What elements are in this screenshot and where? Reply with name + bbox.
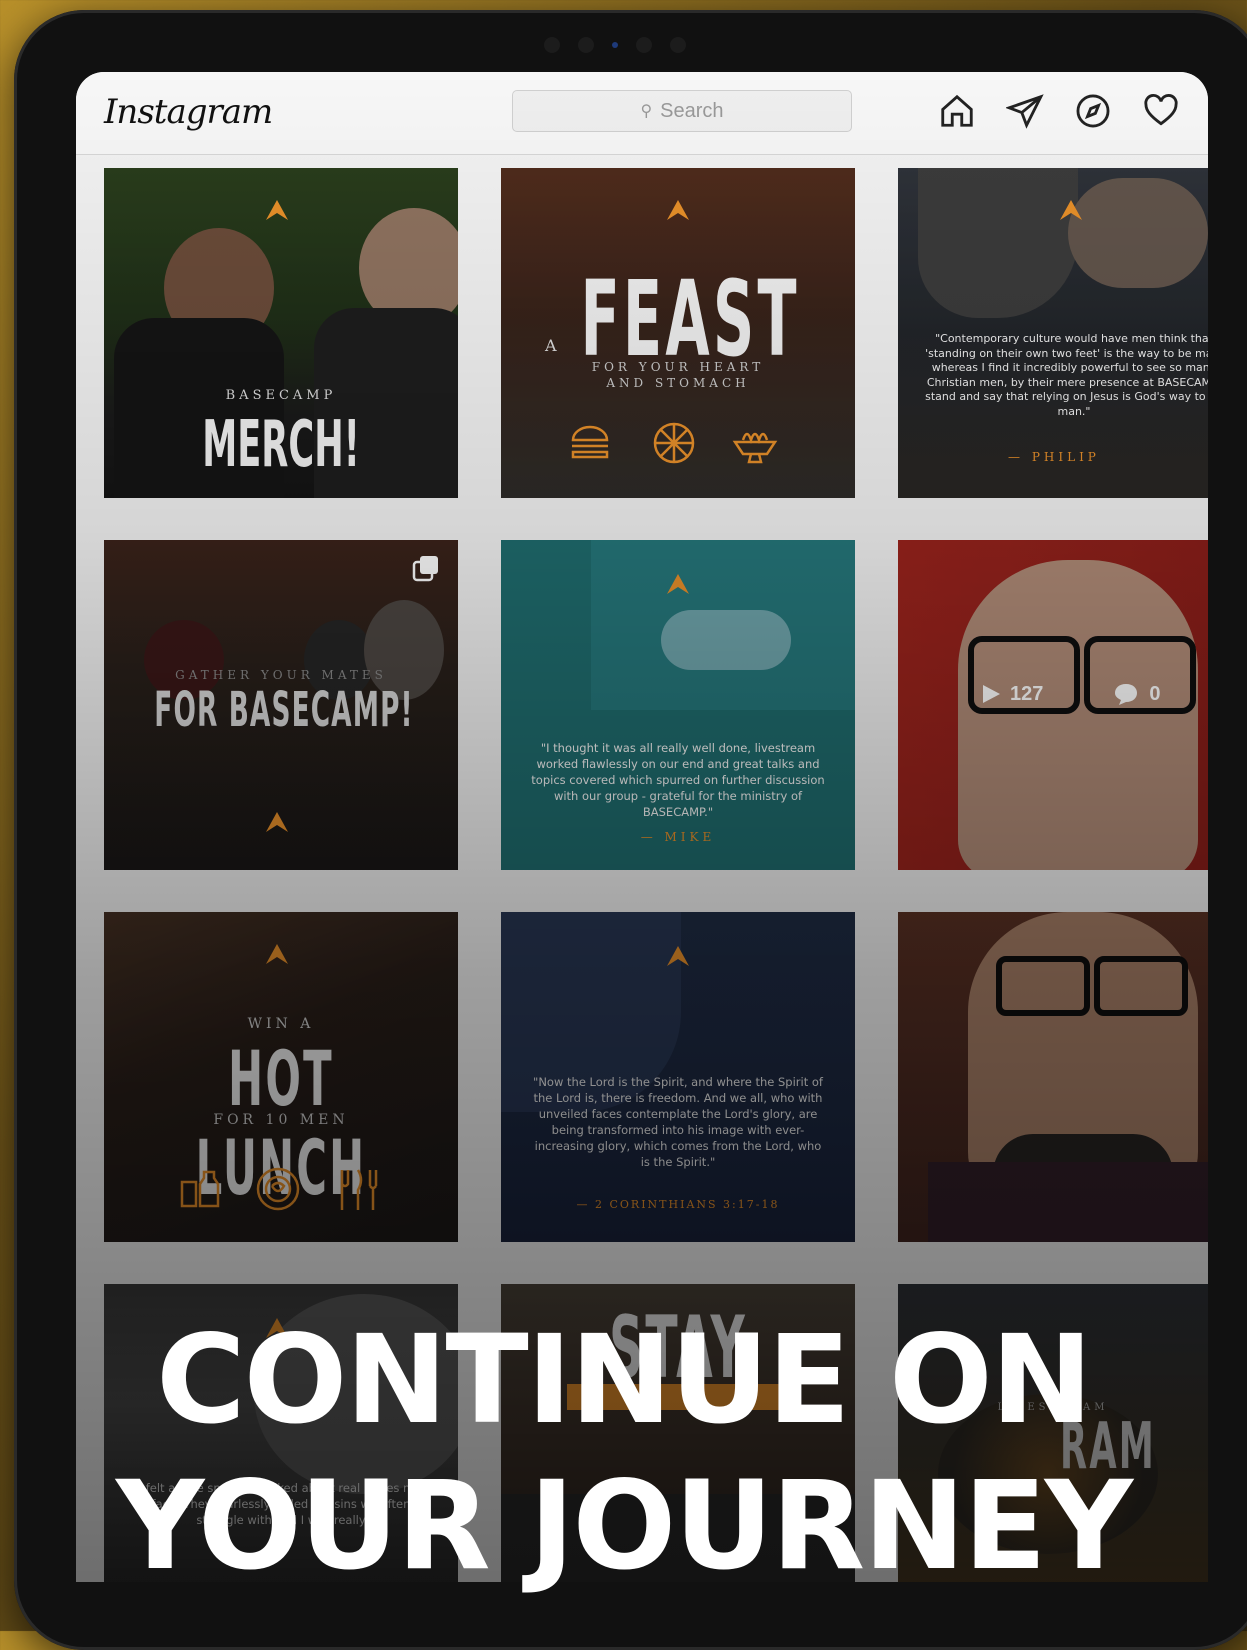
post-tile-merch[interactable]: BASECAMP MERCH! bbox=[104, 168, 458, 498]
front-camera bbox=[544, 34, 724, 56]
basecamp-logo-icon bbox=[1060, 200, 1082, 220]
play-icon bbox=[983, 685, 1000, 703]
video-stats: 127 0 bbox=[980, 682, 1161, 706]
tile-text: AND STOMACH bbox=[606, 376, 750, 390]
basecamp-logo-icon bbox=[266, 812, 288, 832]
tile-text: WIN A bbox=[247, 1016, 315, 1032]
carousel-icon bbox=[412, 556, 438, 582]
post-tile-hot-lunch[interactable]: WIN A HOT LUNCH FOR 10 MEN bbox=[104, 912, 458, 1242]
burger-icon bbox=[571, 425, 609, 459]
basecamp-logo-icon bbox=[667, 574, 689, 594]
drink-icon bbox=[180, 1170, 220, 1208]
tile-text: FOR YOUR HEART bbox=[591, 360, 765, 374]
activity-heart-icon[interactable] bbox=[1142, 92, 1180, 130]
view-count: 127 bbox=[1010, 682, 1044, 705]
tile-text: BASECAMP bbox=[225, 388, 337, 403]
basecamp-logo-icon bbox=[667, 946, 689, 966]
direct-message-icon[interactable] bbox=[1006, 92, 1044, 130]
post-tile-philip-quote[interactable]: "Contemporary culture would have men thi… bbox=[898, 168, 1208, 498]
comment-icon bbox=[1115, 684, 1138, 705]
tile-quote: "I thought it was all really well done, … bbox=[531, 741, 825, 819]
tile-text: A bbox=[545, 336, 557, 355]
post-tile-mike-quote[interactable]: "I thought it was all really well done, … bbox=[501, 540, 855, 870]
tile-title: MERCH! bbox=[202, 408, 360, 482]
post-tile-gather-mates[interactable]: GATHER YOUR MATES FOR BASECAMP! bbox=[104, 540, 458, 870]
search-icon: ⚲ bbox=[640, 103, 653, 120]
comment-count: 0 bbox=[1149, 682, 1161, 705]
guitar-photo bbox=[661, 610, 791, 670]
basecamp-logo-icon bbox=[266, 200, 288, 220]
cutlery-icon bbox=[340, 1169, 378, 1210]
headline-line-1: CONTINUE ON bbox=[156, 1309, 1093, 1451]
search-placeholder: Search bbox=[660, 99, 724, 122]
tile-author: — PHILIP bbox=[1008, 450, 1100, 464]
pizza-icon bbox=[653, 422, 695, 464]
post-tile-corinthians[interactable]: "Now the Lord is the Spirit, and where t… bbox=[501, 912, 855, 1242]
top-bar: Instagram ⚲ Search bbox=[76, 72, 1208, 155]
tile-quote: "Now the Lord is the Spirit, and where t… bbox=[533, 1075, 823, 1169]
tile-text: GATHER YOUR MATES bbox=[175, 668, 387, 682]
tile-title: FOR BASECAMP! bbox=[154, 682, 414, 738]
home-icon[interactable] bbox=[938, 92, 976, 130]
basecamp-logo-icon bbox=[266, 944, 288, 964]
basecamp-logo-icon bbox=[667, 200, 689, 220]
headline-line-2: YOUR JOURNEY bbox=[115, 1455, 1133, 1597]
post-tile-man-portrait[interactable] bbox=[898, 912, 1208, 1242]
post-tile-video[interactable]: 127 0 bbox=[898, 540, 1208, 870]
post-tile-feast[interactable]: A FEAST FOR YOUR HEART AND STOMACH bbox=[501, 168, 855, 498]
tile-author: — MIKE bbox=[640, 830, 716, 844]
instagram-logo[interactable]: Instagram bbox=[104, 92, 273, 132]
tile-author: — 2 CORINTHIANS 3:17-18 bbox=[576, 1198, 780, 1211]
salad-icon bbox=[256, 1167, 300, 1211]
search-input[interactable]: ⚲ Search bbox=[512, 90, 852, 132]
dessert-icon bbox=[732, 432, 778, 464]
tile-quote: "Contemporary culture would have men thi… bbox=[925, 332, 1208, 418]
tile-text: FOR 10 MEN bbox=[213, 1112, 349, 1128]
explore-icon[interactable] bbox=[1074, 92, 1112, 130]
